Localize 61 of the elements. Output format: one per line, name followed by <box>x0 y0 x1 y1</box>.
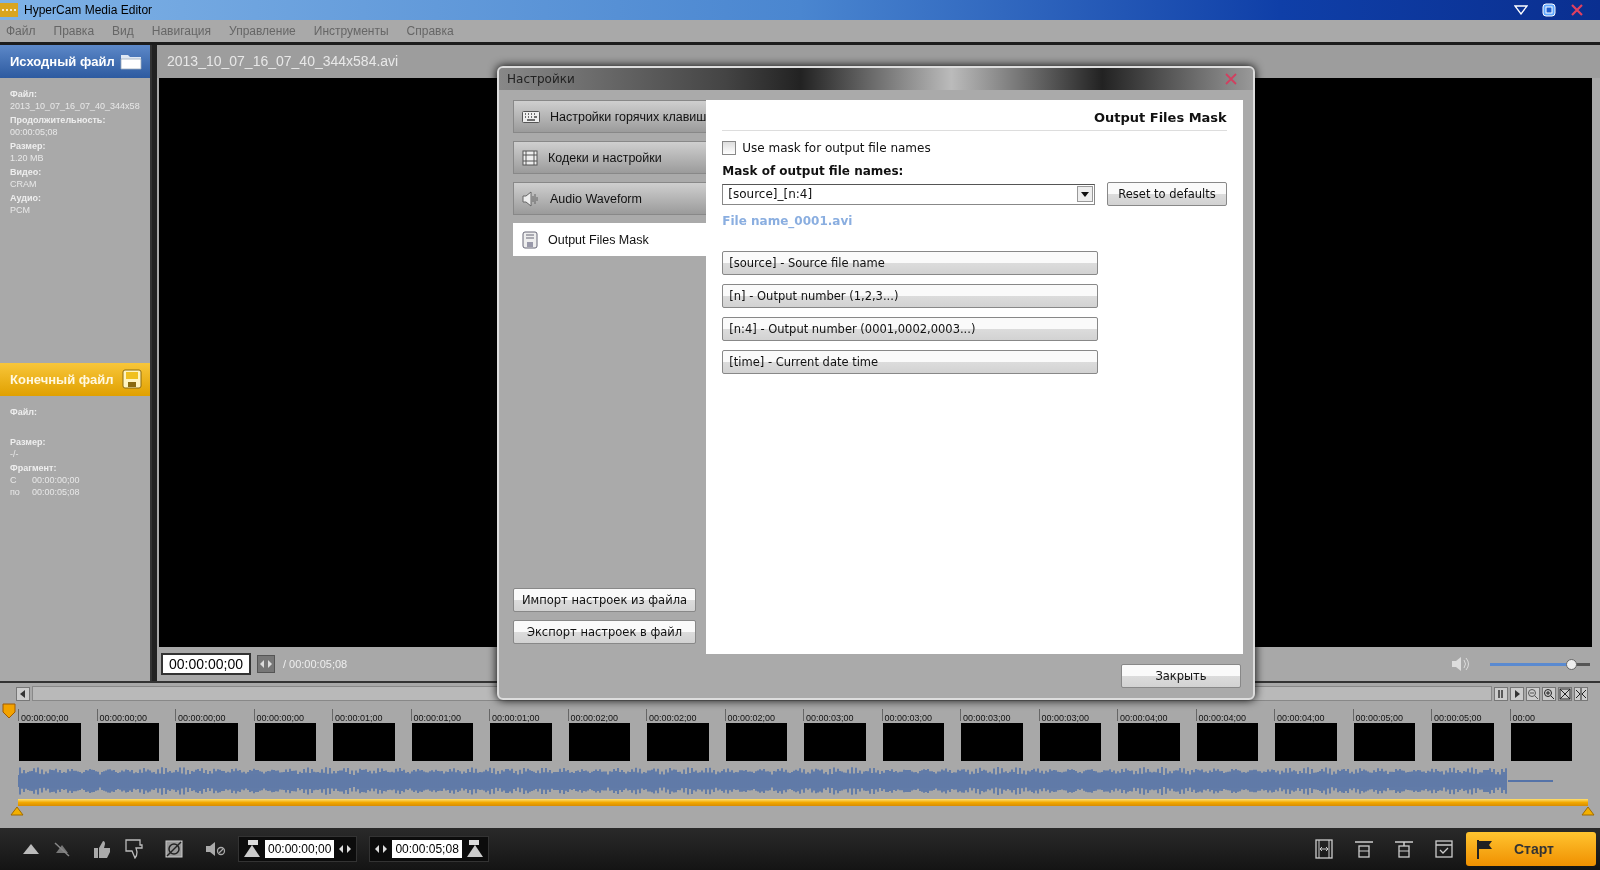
time-tick-label: 00:00:03;00 <box>963 713 1011 724</box>
mask-token-button[interactable]: [source] - Source file name <box>722 251 1099 275</box>
time-tick-label: 00:00:05;00 <box>1434 713 1482 724</box>
time-tick-label: 00:00:05;00 <box>1355 713 1404 724</box>
total-time: / 00:00:05;08 <box>282 658 348 671</box>
time-tick-label: 00:00:00;00 <box>256 713 305 724</box>
file-name-preview: File name_0001.avi <box>722 214 854 228</box>
settings-tab[interactable]: Output Files Mask <box>513 223 707 256</box>
info-value: PCM <box>10 203 31 216</box>
dialog-title: Настройки <box>507 72 575 86</box>
time-tick-label: 00:00:03;00 <box>884 713 933 724</box>
time-tick-label: 00:00:02;00 <box>570 713 619 724</box>
source-file-header[interactable]: Исходный файл <box>0 44 150 78</box>
time-tick-label: 00:00:00;00 <box>99 713 148 724</box>
range-end-field[interactable]: 00:00:05;08 <box>392 840 462 859</box>
info-label: Фрагмент: <box>10 462 58 474</box>
mask-token-button[interactable]: [time] - Current date time <box>722 350 1099 374</box>
reset-defaults-button[interactable]: Reset to defaults <box>1107 182 1227 206</box>
info-label: Видео: <box>10 166 43 178</box>
info-value: -/- <box>10 447 20 460</box>
settings-tab[interactable]: Кодеки и настройки <box>513 141 707 174</box>
time-tick-label: 00:00:01;00 <box>335 713 383 724</box>
info-label: Продолжительность: <box>10 114 107 126</box>
info-value: 1.20 MB <box>10 151 45 164</box>
fragment-time: 00:00:05;08 <box>32 485 80 498</box>
mask-token-button[interactable]: [n] - Output number (1,2,3...) <box>722 284 1099 308</box>
info-label: Файл: <box>10 88 38 100</box>
window-title: HyperCam Media Editor <box>24 2 153 17</box>
range-start-field[interactable]: 00:00:00;00 <box>265 840 335 859</box>
file-name: 2013_10_07_16_07_40_344x584.avi <box>167 53 399 70</box>
info-label: Размер: <box>10 140 47 152</box>
section-title: Output Files Mask <box>1093 110 1227 125</box>
time-tick-label: 00:00:00;00 <box>178 713 226 724</box>
time-tick-label: 00:00:02;00 <box>649 713 697 724</box>
time-tick-label: 00:00:03;00 <box>806 713 854 724</box>
time-tick-label: 00:00 <box>1512 713 1536 724</box>
mask-dropdown[interactable]: [source]_[n:4] <box>722 183 1096 205</box>
time-tick-label: 00:00:04;00 <box>1120 713 1168 724</box>
time-tick-label: 00:00:01;00 <box>492 713 540 724</box>
info-label: Файл: <box>10 406 38 418</box>
export-settings-button[interactable]: Экспорт настроек в файл <box>513 620 696 644</box>
import-settings-button[interactable]: Импорт настроек из файла <box>513 588 696 612</box>
settings-tab[interactable]: Audio Waveform <box>513 182 707 215</box>
time-tick-label: 00:00:04;00 <box>1198 713 1247 724</box>
mask-token-button[interactable]: [n:4] - Output number (0001,0002,0003...) <box>722 317 1099 341</box>
time-tick-label: 00:00:04;00 <box>1277 713 1325 724</box>
info-value: CRAM <box>10 177 38 190</box>
info-value: 00:00:05;08 <box>10 125 59 138</box>
start-button[interactable]: Старт <box>1466 832 1596 867</box>
time-tick-label: 00:00:01;00 <box>413 713 462 724</box>
mask-label: Mask of output file names: <box>722 164 905 178</box>
info-label: Размер: <box>10 436 47 448</box>
info-label: Аудио: <box>10 192 43 204</box>
checkbox-label: Use mask for output file names <box>742 141 931 155</box>
settings-tab[interactable]: Настройки горячих клавиш <box>513 100 707 133</box>
info-value: 2013_10_07_16_07_40_344x58 <box>10 99 140 112</box>
current-time-field[interactable]: 00:00:00;00 <box>161 653 251 676</box>
time-tick-label: 00:00:00;00 <box>21 713 69 724</box>
time-tick-label: 00:00:03;00 <box>1041 713 1090 724</box>
close-dialog-button[interactable]: Закрыть <box>1121 664 1241 688</box>
time-tick-label: 00:00:02;00 <box>727 713 776 724</box>
